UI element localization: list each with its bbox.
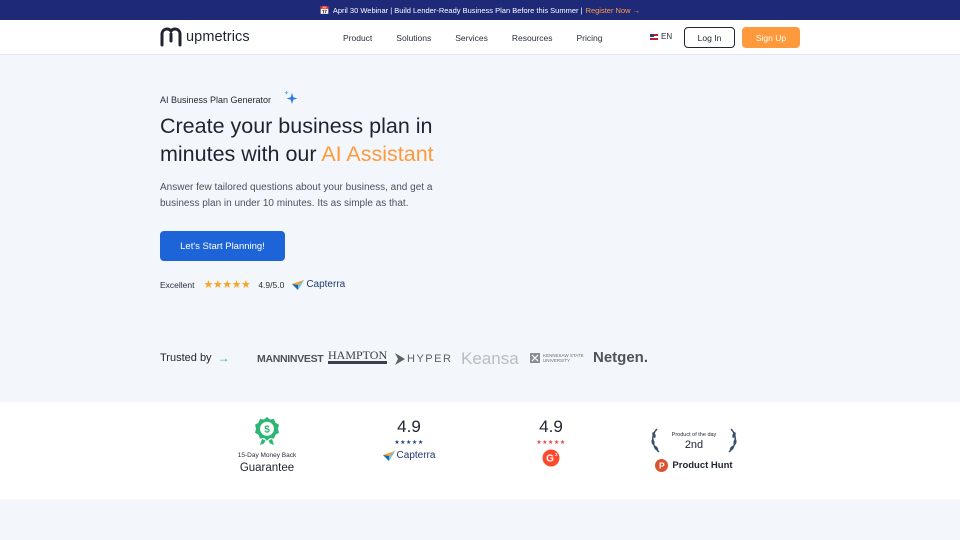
ph-name: Product Hunt [672,460,733,471]
arrow-right-icon: → [217,351,230,365]
logo-hyper: HYPER [395,353,452,365]
capterra-name: Capterra [306,279,346,290]
banner-text: April 30 Webinar | Build Lender-Ready Bu… [332,5,583,15]
product-hunt-award: Product of the day 2nd P Product Hunt [647,427,741,472]
g2-rating: 4.9 ★★★★★ G 2 [519,417,583,467]
start-planning-button[interactable]: Let's Start Planning! [160,231,285,261]
svg-text:$: $ [264,425,270,436]
trusted-label: Trusted by [160,352,212,364]
hero-headline: Create your business plan in minutes wit… [160,112,500,168]
language-label: EN [661,32,673,41]
upmetrics-logo-icon [160,27,182,47]
brand-logo[interactable]: upmetrics [160,27,250,47]
product-hunt-logo-icon: P [655,459,669,472]
ph-caption: Product of the day [671,432,717,438]
guarantee-caption: 15-Day Money Back [237,452,297,459]
product-hunt-badge: P Product Hunt [647,459,741,472]
sparkle-icon [284,90,298,104]
capterra-rating: 4.9 ★★★★★ Capterra [370,417,448,461]
brand-name: upmetrics [186,29,250,45]
top-navigation: upmetrics Product Solutions Services Res… [0,20,960,55]
hero-eyebrow: AI Business Plan Generator [160,95,272,105]
menu-item-product[interactable]: Product [343,33,372,43]
capterra-logo[interactable]: Capterra [292,279,345,290]
logo-kennesaw-text: KENNESAW STATE UNIVERSITY [543,353,584,363]
logo-keansa: Keansa [461,349,519,368]
rating-stars: ★★★★★ [203,279,251,291]
calendar-icon: 📅 [319,5,330,15]
stats-strip: $ 15-Day Money Back Guarantee 4.9 ★★★★★ … [0,402,960,499]
login-button[interactable]: Log In [684,27,735,48]
g2-score: 4.9 [539,417,563,436]
money-back-guarantee: $ 15-Day Money Back Guarantee [222,416,312,474]
logo-manninvest: MANNINVEST [257,353,324,365]
headline-accent: AI Assistant [321,142,434,166]
capterra-arrow-icon [382,450,395,461]
svg-text:G: G [546,454,554,465]
hero-subtext: Answer few tailored questions about your… [160,182,433,209]
menu-item-services[interactable]: Services [455,33,488,43]
us-flag-icon [650,33,658,40]
trusted-by-label: Trusted by → [160,351,230,365]
capterra-score: 4.9 [397,417,421,436]
rating-score: 4.9/5.0 [258,279,285,290]
capterra-badge-name: Capterra [396,450,436,461]
g2-stars: ★★★★★ [536,440,566,446]
g2-logo-icon: G 2 [542,449,560,467]
signup-button[interactable]: Sign Up [742,27,800,48]
capterra-badge: Capterra [370,450,448,461]
menu-item-pricing[interactable]: Pricing [577,33,603,43]
logo-hyper-text: HYPER [407,353,453,365]
kennesaw-seal-icon [530,353,540,363]
language-selector[interactable]: EN [650,32,672,41]
next-section [0,499,960,540]
menu-item-solutions[interactable]: Solutions [396,33,431,43]
menu-item-resources[interactable]: Resources [512,33,553,43]
register-now-link[interactable]: Register Now → [586,6,641,15]
ph-rank: 2nd [684,439,704,451]
money-badge-icon: $ [255,417,279,445]
logo-kennesaw: KENNESAW STATE UNIVERSITY [529,352,589,364]
logo-netgen: Netgen. [593,349,649,366]
announcement-banner[interactable]: 📅 April 30 Webinar | Build Lender-Ready … [0,0,960,20]
capterra-stars: ★★★★★ [394,440,424,446]
logo-hampton: HAMPTON [328,348,388,364]
rating-row: Excellent ★★★★★ 4.9/5.0 Capterra [160,278,345,291]
main-menu: Product Solutions Services Resources Pri… [343,20,626,55]
guarantee-title: Guarantee [239,462,295,474]
hyper-mark-icon [395,353,405,365]
svg-text:P: P [659,461,665,471]
capterra-arrow-icon [292,279,305,290]
rating-label: Excellent [160,279,195,290]
